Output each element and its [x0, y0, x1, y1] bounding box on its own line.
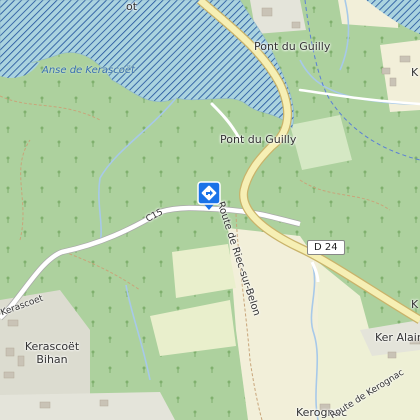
- place-label-partial-right: K: [411, 298, 419, 311]
- place-label-pont-du-guilly: Pont du Guilly: [220, 133, 297, 146]
- location-marker[interactable]: [196, 181, 222, 211]
- place-label-kerascoet-bihan: Kerascoët Bihan: [24, 340, 80, 366]
- residential-patch: [0, 392, 175, 420]
- top-partial-label: ot: [126, 0, 138, 13]
- place-label-pont-du-guilly-top: Pont du Guilly: [254, 40, 331, 53]
- place-label-partial-top: K: [411, 66, 419, 79]
- bay-label: Anse de Kerascoët: [42, 65, 135, 76]
- directions-diamond-icon: [197, 181, 221, 210]
- map-view[interactable]: Anse de Kerascoët ot Pont du Guilly Pont…: [0, 0, 420, 420]
- road-shield-d24: D 24: [307, 240, 345, 255]
- place-label-ker-alain: Ker Alain: [375, 331, 420, 344]
